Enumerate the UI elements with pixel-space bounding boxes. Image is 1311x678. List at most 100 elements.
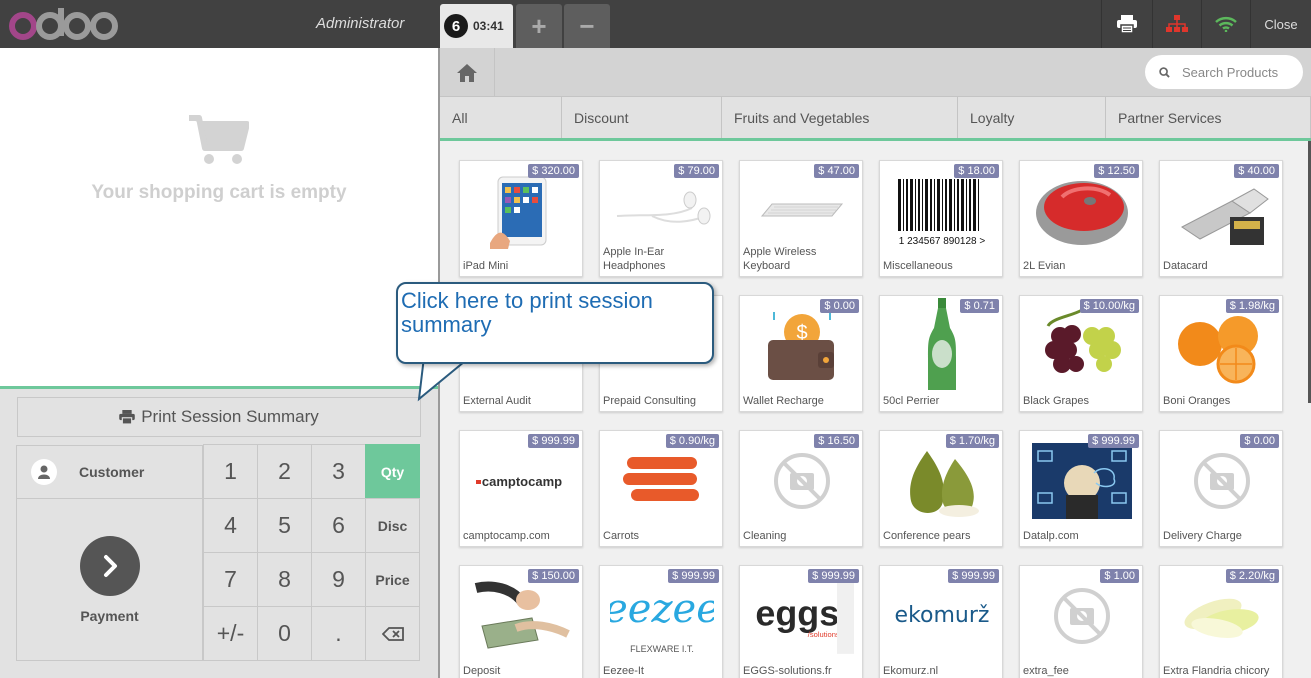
category-fruits-and-vegetables[interactable]: Fruits and Vegetables bbox=[722, 97, 958, 138]
remove-order-button[interactable]: − bbox=[564, 4, 610, 48]
numpad-key[interactable]: 4 bbox=[203, 498, 258, 553]
price-tag: $ 12.50 bbox=[1094, 164, 1139, 178]
printer-icon bbox=[119, 410, 135, 424]
product-card[interactable]: $ 47.00 Apple Wireless Keyboard bbox=[739, 160, 863, 277]
order-time: 03:41 bbox=[473, 19, 504, 33]
product-name: Carrots bbox=[603, 530, 640, 542]
barcode-digits: 1 234567 890128 > bbox=[899, 236, 986, 247]
price-tag: $ 999.99 bbox=[808, 569, 859, 583]
connection-status-button[interactable] bbox=[1201, 0, 1250, 48]
category-bar: All Discount Fruits and Vegetables Loyalty P… bbox=[440, 97, 1311, 141]
price-tag: $ 1.00 bbox=[1100, 569, 1139, 583]
print-button[interactable] bbox=[1101, 0, 1152, 48]
product-card[interactable]: camptocamp $ 999.99 camptocamp.com bbox=[459, 430, 583, 547]
numpad-key[interactable]: 8 bbox=[257, 552, 312, 607]
numpad-key[interactable]: 3 bbox=[311, 444, 366, 499]
product-card[interactable]: ekomurž $ 999.99 Ekomurz.nl bbox=[879, 565, 1003, 678]
price-tag: $ 40.00 bbox=[1234, 164, 1279, 178]
product-image: eezee FLEXWARE I.T. bbox=[610, 578, 714, 654]
product-list: $ 320.00 iPad Mini $ 79.00 Apple In-Ear Hea… bbox=[440, 141, 1311, 678]
payment-button[interactable]: Payment bbox=[17, 500, 202, 660]
product-image bbox=[1170, 173, 1274, 249]
product-card[interactable]: $ 999.99 Datalp.com bbox=[1019, 430, 1143, 547]
product-card[interactable]: $ $ 0.00 Wallet Recharge bbox=[739, 295, 863, 412]
category-all[interactable]: All bbox=[440, 97, 562, 138]
product-card[interactable]: 1 234567 890128 > $ 18.00 Miscellaneous bbox=[879, 160, 1003, 277]
user-name[interactable]: Administrator bbox=[316, 15, 404, 32]
product-card[interactable]: $ 0.00 Delivery Charge bbox=[1159, 430, 1283, 547]
mode-qty-button[interactable]: Qty bbox=[365, 444, 420, 499]
numpad-key[interactable]: . bbox=[311, 606, 366, 661]
product-card[interactable]: $ 40.00 Datacard bbox=[1159, 160, 1283, 277]
product-name: iPad Mini bbox=[463, 260, 509, 272]
control-panel: Print Session Summary Customer Payment 1… bbox=[0, 389, 438, 678]
top-bar: Administrator 6 03:41 + − Close bbox=[0, 0, 1311, 48]
category-discount[interactable]: Discount bbox=[562, 97, 722, 138]
product-card[interactable]: $ 2.20/kg Extra Flandria chicory bbox=[1159, 565, 1283, 678]
product-image bbox=[610, 443, 714, 519]
order-tab[interactable]: 6 03:41 bbox=[440, 4, 513, 48]
product-card[interactable]: $ 320.00 iPad Mini bbox=[459, 160, 583, 277]
price-tag: $ 0.00 bbox=[820, 299, 859, 313]
eggs-logo: eggs bbox=[755, 592, 839, 633]
callout-text: Click here to print session summary bbox=[401, 288, 653, 337]
chevron-right-icon bbox=[79, 536, 140, 596]
product-name: Delivery Charge bbox=[1163, 530, 1242, 542]
numpad-key[interactable]: 5 bbox=[257, 498, 312, 553]
home-button[interactable] bbox=[440, 48, 495, 97]
numpad-key[interactable]: 1 bbox=[203, 444, 258, 499]
product-card[interactable]: $ 10.00/kg Black Grapes bbox=[1019, 295, 1143, 412]
price-tag: $ 999.99 bbox=[668, 569, 719, 583]
product-name: Cleaning bbox=[743, 530, 787, 542]
product-image bbox=[1170, 308, 1274, 384]
numpad-key[interactable]: +/- bbox=[203, 606, 258, 661]
numpad-key[interactable]: 9 bbox=[311, 552, 366, 607]
product-image: eggs/solutions bbox=[750, 578, 854, 654]
numpad-key[interactable]: 7 bbox=[203, 552, 258, 607]
numpad-key[interactable]: 6 bbox=[311, 498, 366, 553]
numpad-key[interactable]: 2 bbox=[257, 444, 312, 499]
product-card[interactable]: eezee FLEXWARE I.T. $ 999.99 Eezee-It bbox=[599, 565, 723, 678]
search-input[interactable] bbox=[1182, 64, 1292, 80]
product-image bbox=[1030, 173, 1134, 249]
customer-button[interactable]: Customer bbox=[17, 446, 202, 499]
close-button[interactable]: Close bbox=[1250, 0, 1311, 48]
product-card[interactable]: $ 150.00 Deposit bbox=[459, 565, 583, 678]
mode-price-button[interactable]: Price bbox=[365, 552, 420, 607]
product-name: Datacard bbox=[1163, 260, 1208, 272]
product-card[interactable]: $ 16.50 Cleaning bbox=[739, 430, 863, 547]
user-icon bbox=[31, 459, 57, 485]
price-tag: $ 79.00 bbox=[674, 164, 719, 178]
print-session-summary-button[interactable]: Print Session Summary bbox=[17, 397, 421, 437]
print-session-summary-label: Print Session Summary bbox=[141, 407, 319, 426]
product-card[interactable]: $ 79.00 Apple In-Ear Headphones bbox=[599, 160, 723, 277]
product-card[interactable]: $ 0.71 50cl Perrier bbox=[879, 295, 1003, 412]
search-box[interactable] bbox=[1145, 55, 1303, 89]
product-card[interactable]: $ 1.00 extra_fee bbox=[1019, 565, 1143, 678]
price-tag: $ 10.00/kg bbox=[1079, 299, 1139, 313]
odoo-logo bbox=[6, 4, 118, 44]
category-partner-services[interactable]: Partner Services bbox=[1106, 97, 1311, 138]
price-tag: $ 0.00 bbox=[1240, 434, 1279, 448]
empty-cart-message: Your shopping cart is empty bbox=[91, 182, 347, 203]
actions-panel: Customer Payment bbox=[16, 445, 203, 661]
product-card[interactable]: $ 12.50 2L Evian bbox=[1019, 160, 1143, 277]
backspace-button[interactable] bbox=[365, 606, 420, 661]
product-card[interactable]: $ 0.90/kg Carrots bbox=[599, 430, 723, 547]
no-image-icon bbox=[1170, 443, 1274, 519]
product-card[interactable]: $ 1.98/kg Boni Oranges bbox=[1159, 295, 1283, 412]
price-tag: $ 0.71 bbox=[960, 299, 999, 313]
numpad-key[interactable]: 0 bbox=[257, 606, 312, 661]
product-card[interactable]: $ 1.70/kg Conference pears bbox=[879, 430, 1003, 547]
mode-disc-button[interactable]: Disc bbox=[365, 498, 420, 553]
product-image bbox=[1170, 578, 1274, 654]
product-card[interactable]: eggs/solutions $ 999.99 EGGS-solutions.fr bbox=[739, 565, 863, 678]
proxy-status-button[interactable] bbox=[1152, 0, 1201, 48]
tooltip-callout: Click here to print session summary bbox=[396, 282, 714, 364]
product-image bbox=[1030, 443, 1134, 519]
product-name: Miscellaneous bbox=[883, 260, 953, 272]
category-loyalty[interactable]: Loyalty bbox=[958, 97, 1106, 138]
product-image: 1 234567 890128 > bbox=[890, 173, 994, 249]
add-order-button[interactable]: + bbox=[516, 4, 562, 48]
product-name: Ekomurz.nl bbox=[883, 665, 939, 677]
